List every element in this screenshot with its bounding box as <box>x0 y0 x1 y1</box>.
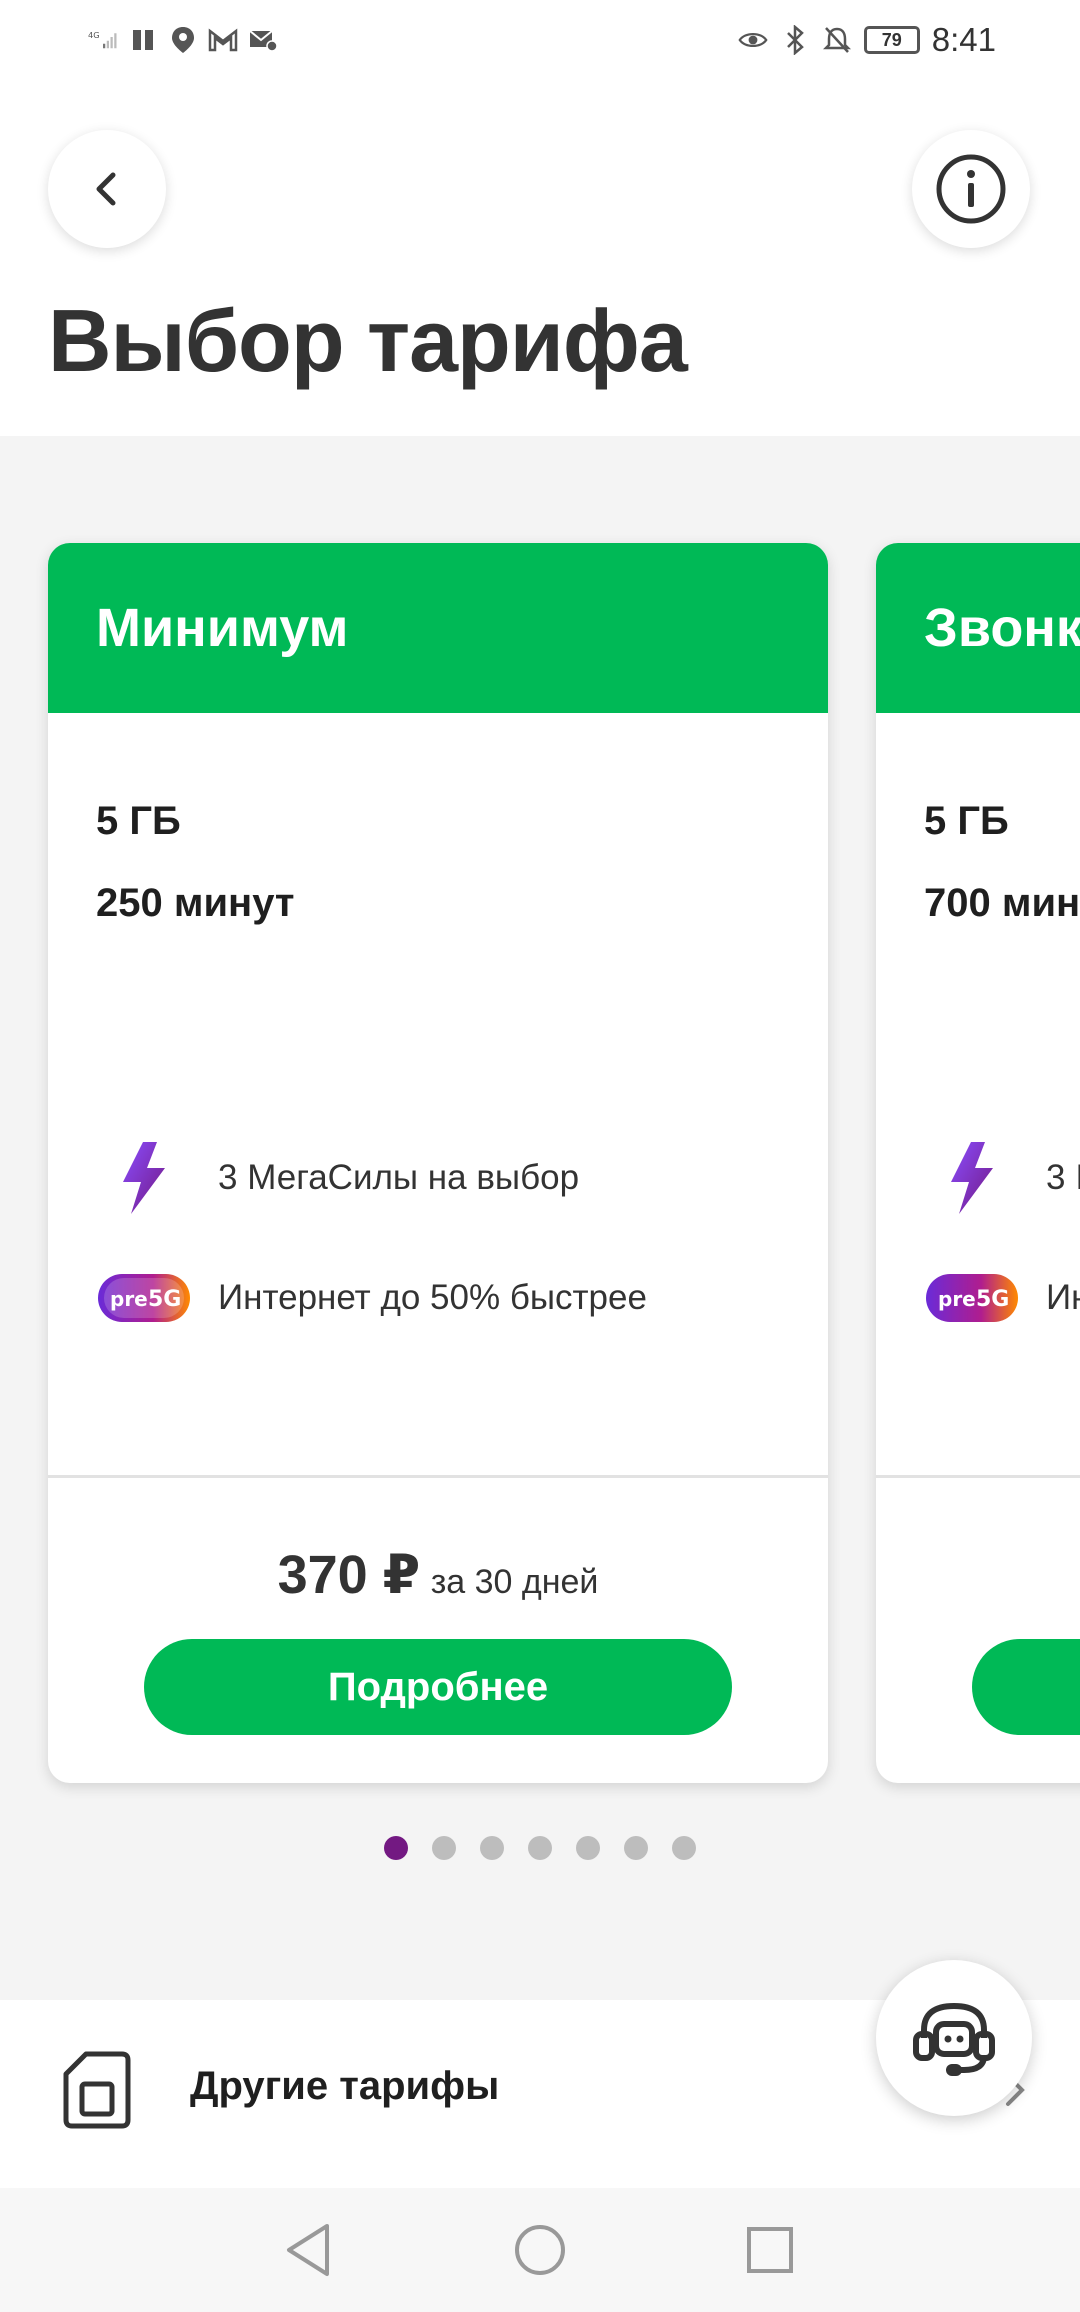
eye-icon <box>738 25 768 55</box>
pagination-dot[interactable] <box>576 1836 600 1860</box>
support-headset-icon <box>913 2002 995 2076</box>
feature-text: Ин <box>1046 1278 1080 1317</box>
feature-text: 3 I <box>1046 1158 1080 1197</box>
card-divider <box>48 1475 828 1478</box>
pagination-dots <box>0 1836 1080 1860</box>
pagination-dot-active[interactable] <box>384 1836 408 1860</box>
pagination-dot[interactable] <box>480 1836 504 1860</box>
tariff-card-header: Минимум <box>48 543 828 713</box>
svg-text:5G: 5G <box>976 1287 1009 1312</box>
pagination-dot[interactable] <box>672 1836 696 1860</box>
clock: 8:41 <box>931 21 996 58</box>
nav-recent-button[interactable] <box>738 2218 802 2282</box>
svg-text:5G: 5G <box>148 1287 181 1312</box>
gmail-icon <box>208 25 238 55</box>
tariff-minutes: 250 минут <box>96 881 295 925</box>
tariff-carousel[interactable]: Минимум 5 ГБ 250 минут 3 МегаСилы на выб… <box>0 436 1080 2000</box>
feature-text: Интернет до 50% быстрее <box>218 1278 647 1317</box>
location-icon <box>168 25 198 55</box>
price-period: за 30 дней <box>430 1563 599 1601</box>
network-4g-icon: 4G <box>88 25 118 55</box>
tariff-price: 370 ₽ за 30 дней <box>48 1543 828 1606</box>
tariff-minutes: 700 мин <box>924 881 1080 925</box>
nav-back-icon <box>287 2224 329 2276</box>
feature-text: 3 МегаСилы на выбор <box>218 1158 580 1197</box>
status-icons-right: 79 8:41 <box>738 20 996 60</box>
info-button[interactable] <box>912 130 1030 248</box>
back-button[interactable] <box>48 130 166 248</box>
pagination-dot[interactable] <box>624 1836 648 1860</box>
page-title: Выбор тарифа <box>48 291 688 390</box>
bell-off-icon <box>822 25 852 55</box>
pagination-dot[interactable] <box>528 1836 552 1860</box>
svg-text:pre: pre <box>110 1287 148 1311</box>
bluetooth-icon <box>780 25 810 55</box>
card-divider <box>876 1475 1080 1478</box>
nav-recent-icon <box>747 2227 793 2273</box>
pause-icon <box>128 25 158 55</box>
lightning-icon <box>924 1138 1020 1218</box>
details-button[interactable] <box>972 1639 1080 1735</box>
tariff-feature: pre 5G Интернет до 50% быстрее <box>96 1253 647 1343</box>
status-icons-left: 4G <box>88 20 278 60</box>
sim-card-icon <box>63 2051 131 2129</box>
tariff-data: 5 ГБ <box>96 799 181 843</box>
chevron-left-icon <box>96 172 116 206</box>
svg-text:pre: pre <box>938 1287 976 1311</box>
svg-text:4G: 4G <box>88 30 100 40</box>
pagination-dot[interactable] <box>432 1836 456 1860</box>
tariff-card-header: Звонк <box>876 543 1080 713</box>
other-tariffs-label: Другие тарифы <box>190 2064 500 2108</box>
pre5g-badge-icon: pre 5G <box>924 1258 1020 1338</box>
tariff-feature: 3 I <box>924 1133 1080 1223</box>
details-button[interactable]: Подробнее <box>144 1639 732 1735</box>
battery-indicator: 79 <box>863 26 920 54</box>
nav-back-button[interactable] <box>276 2218 340 2282</box>
system-nav-bar <box>0 2188 1080 2312</box>
tariff-name: Минимум <box>96 598 349 658</box>
nav-home-icon <box>515 2225 565 2275</box>
mail-settings-icon <box>248 25 278 55</box>
lightning-icon <box>96 1138 192 1218</box>
pre5g-badge-icon: pre 5G <box>96 1258 192 1338</box>
nav-home-button[interactable] <box>508 2218 572 2282</box>
status-bar: 4G 79 8:41 <box>0 0 1080 80</box>
tariff-card[interactable]: Минимум 5 ГБ 250 минут 3 МегаСилы на выб… <box>48 543 828 1783</box>
support-button[interactable] <box>876 1960 1032 2116</box>
tariff-data: 5 ГБ <box>924 799 1009 843</box>
price-amount: 370 ₽ <box>277 1545 421 1605</box>
tariff-feature: 3 МегаСилы на выбор <box>96 1133 579 1223</box>
tariff-card[interactable]: Звонк 5 ГБ 700 мин 3 I pre 5G Ин <box>876 543 1080 1783</box>
tariff-feature: pre 5G Ин <box>924 1253 1080 1343</box>
tariff-name: Звонк <box>924 598 1080 658</box>
info-icon <box>936 154 1006 224</box>
